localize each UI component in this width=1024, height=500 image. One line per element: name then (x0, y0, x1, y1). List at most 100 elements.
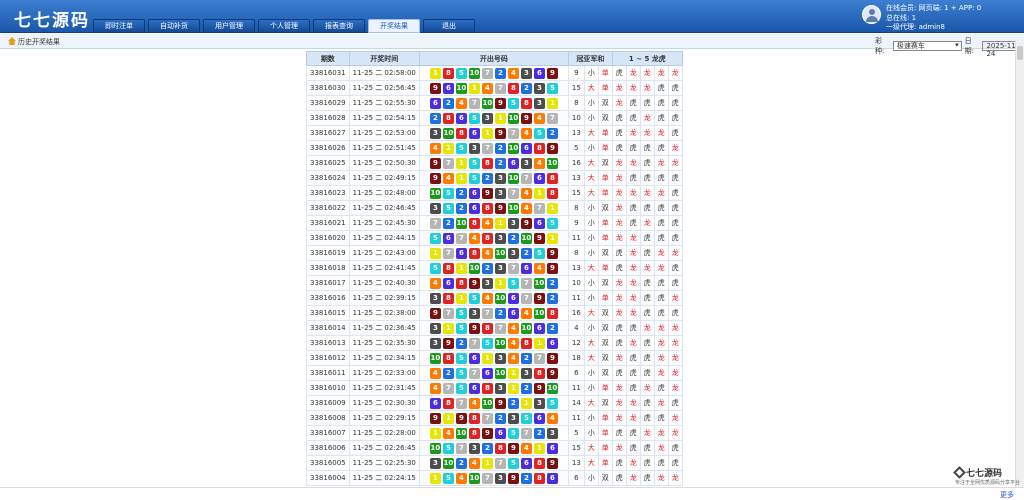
table-row: 33816027 11-25 二 02:53:00 3 10 8 6 1 9 7 4 5 2 13 大单虎… (306, 125, 683, 141)
numbers-cell: 5 6 7 4 8 3 2 10 9 1 (418, 230, 569, 246)
number-ball: 5 (533, 127, 545, 139)
footer-bar: 更多 (0, 487, 1024, 500)
number-ball: 6 (533, 412, 545, 424)
number-ball: 10 (429, 442, 441, 454)
number-ball: 10 (520, 322, 532, 334)
dragon-tiger-cell: 虎 (653, 230, 669, 246)
dragon-tiger-cell: 虎 (667, 305, 683, 321)
issue-cell: 33816021 (306, 215, 350, 231)
dragon-tiger-cell: 龙 (611, 155, 627, 171)
number-ball: 8 (533, 142, 545, 154)
number-ball: 3 (468, 442, 480, 454)
number-ball: 1 (507, 367, 519, 379)
number-ball: 3 (494, 472, 506, 484)
number-ball: 4 (533, 262, 545, 274)
dragon-tiger-cell: 龙 (639, 215, 655, 231)
user-avatar (862, 5, 881, 24)
number-ball: 5 (442, 187, 454, 199)
number-ball: 4 (533, 157, 545, 169)
parity-cell: 单 (597, 455, 613, 471)
dragon-tiger-cell: 虎 (625, 110, 641, 126)
dragon-tiger-cell: 龙 (639, 110, 655, 126)
dragon-tiger-cell: 虎 (611, 65, 627, 81)
issue-cell: 33816011 (306, 365, 350, 381)
number-ball: 5 (468, 112, 480, 124)
number-ball: 5 (455, 67, 467, 79)
dragon-tiger-cell: 龙 (611, 170, 627, 186)
nav-tab[interactable]: 开奖结果 (368, 19, 420, 33)
numbers-cell: 9 4 1 5 2 3 10 7 6 8 (418, 170, 569, 186)
size-cell: 大 (583, 80, 599, 96)
dragon-tiger-cell: 龙 (611, 350, 627, 366)
number-ball: 8 (481, 202, 493, 214)
time-cell: 11-25 二 02:40:30 (348, 275, 420, 291)
number-ball: 1 (429, 67, 441, 79)
number-ball: 8 (442, 67, 454, 79)
ball-list: 4 2 5 7 6 10 1 3 8 9 (423, 367, 565, 379)
number-ball: 10 (494, 337, 506, 349)
number-ball: 9 (520, 217, 532, 229)
number-ball: 6 (520, 262, 532, 274)
number-ball: 3 (481, 277, 493, 289)
number-ball: 8 (533, 457, 545, 469)
number-ball: 1 (455, 172, 467, 184)
table-row: 33816020 11-25 二 02:44:15 5 6 7 4 8 3 2 10 9 1 11 小单龙… (306, 230, 683, 246)
dragon-tiger-cell: 虎 (639, 155, 655, 171)
numbers-cell: 9 6 10 1 4 7 8 2 3 5 (418, 80, 569, 96)
number-ball: 10 (507, 142, 519, 154)
number-ball: 3 (494, 172, 506, 184)
dragon-tiger-cell: 虎 (653, 215, 669, 231)
parity-cell: 单 (597, 260, 613, 276)
number-ball: 2 (494, 307, 506, 319)
time-cell: 11-25 二 02:55:30 (348, 95, 420, 111)
more-link[interactable]: 更多 (1000, 490, 1014, 500)
sum-cell: 15 (567, 80, 585, 96)
number-ball: 10 (494, 367, 506, 379)
dragon-tiger-cell: 虎 (625, 425, 641, 441)
number-ball: 9 (429, 172, 441, 184)
scrollbar-thumb[interactable] (1017, 46, 1023, 60)
dragon-tiger-cell: 龙 (625, 155, 641, 171)
dragon-tiger-cell: 虎 (611, 470, 627, 486)
nav-tab[interactable]: 自动补货 (148, 19, 200, 33)
nav-tab[interactable]: 个人管理 (258, 19, 310, 33)
number-ball: 1 (455, 262, 467, 274)
number-ball: 6 (468, 382, 480, 394)
agent-name: 一级代理: admin8 (886, 23, 945, 31)
issue-cell: 33816015 (306, 305, 350, 321)
table-row: 33816007 11-25 二 02:28:00 1 4 10 8 9 6 5 7 2 3 5 小单虎虎… (306, 425, 683, 441)
number-ball: 5 (468, 172, 480, 184)
number-ball: 2 (455, 337, 467, 349)
number-ball: 4 (442, 172, 454, 184)
number-ball: 2 (481, 172, 493, 184)
top-header: 七七源码 即时注单 自动补货 用户管理 个人管理 报表查询 开奖结果 退出 在线会员: 网页… (0, 0, 1024, 33)
number-ball: 8 (520, 337, 532, 349)
dragon-tiger-cell: 龙 (667, 425, 683, 441)
number-ball: 9 (494, 397, 506, 409)
nav-tab[interactable]: 即时注单 (93, 19, 145, 33)
nav-tab[interactable]: 用户管理 (203, 19, 255, 33)
number-ball: 9 (546, 367, 558, 379)
number-ball: 5 (507, 277, 519, 289)
dragon-tiger-cell: 龙 (653, 335, 669, 351)
parity-cell: 单 (597, 410, 613, 426)
number-ball: 7 (520, 427, 532, 439)
size-cell: 小 (583, 470, 599, 486)
number-ball: 6 (494, 427, 506, 439)
nav-tab[interactable]: 报表查询 (313, 19, 365, 33)
dragon-tiger-cell: 虎 (667, 230, 683, 246)
watermark-logo-icon (953, 466, 966, 479)
number-ball: 6 (546, 337, 558, 349)
number-ball: 1 (429, 247, 441, 259)
number-ball: 10 (455, 82, 467, 94)
dragon-tiger-cell: 虎 (667, 395, 683, 411)
nav-tab[interactable]: 退出 (423, 19, 475, 33)
number-ball: 4 (429, 367, 441, 379)
number-ball: 2 (507, 232, 519, 244)
dragon-tiger-cell: 虎 (611, 365, 627, 381)
issue-cell: 33816024 (306, 170, 350, 186)
dragon-tiger-cell: 虎 (611, 260, 627, 276)
vertical-scrollbar[interactable] (1015, 40, 1024, 487)
number-ball: 1 (455, 292, 467, 304)
table-row: 33816031 11-25 二 02:58:00 1 8 5 10 7 2 4 3 6 9 9 小单虎龙… (306, 65, 683, 81)
